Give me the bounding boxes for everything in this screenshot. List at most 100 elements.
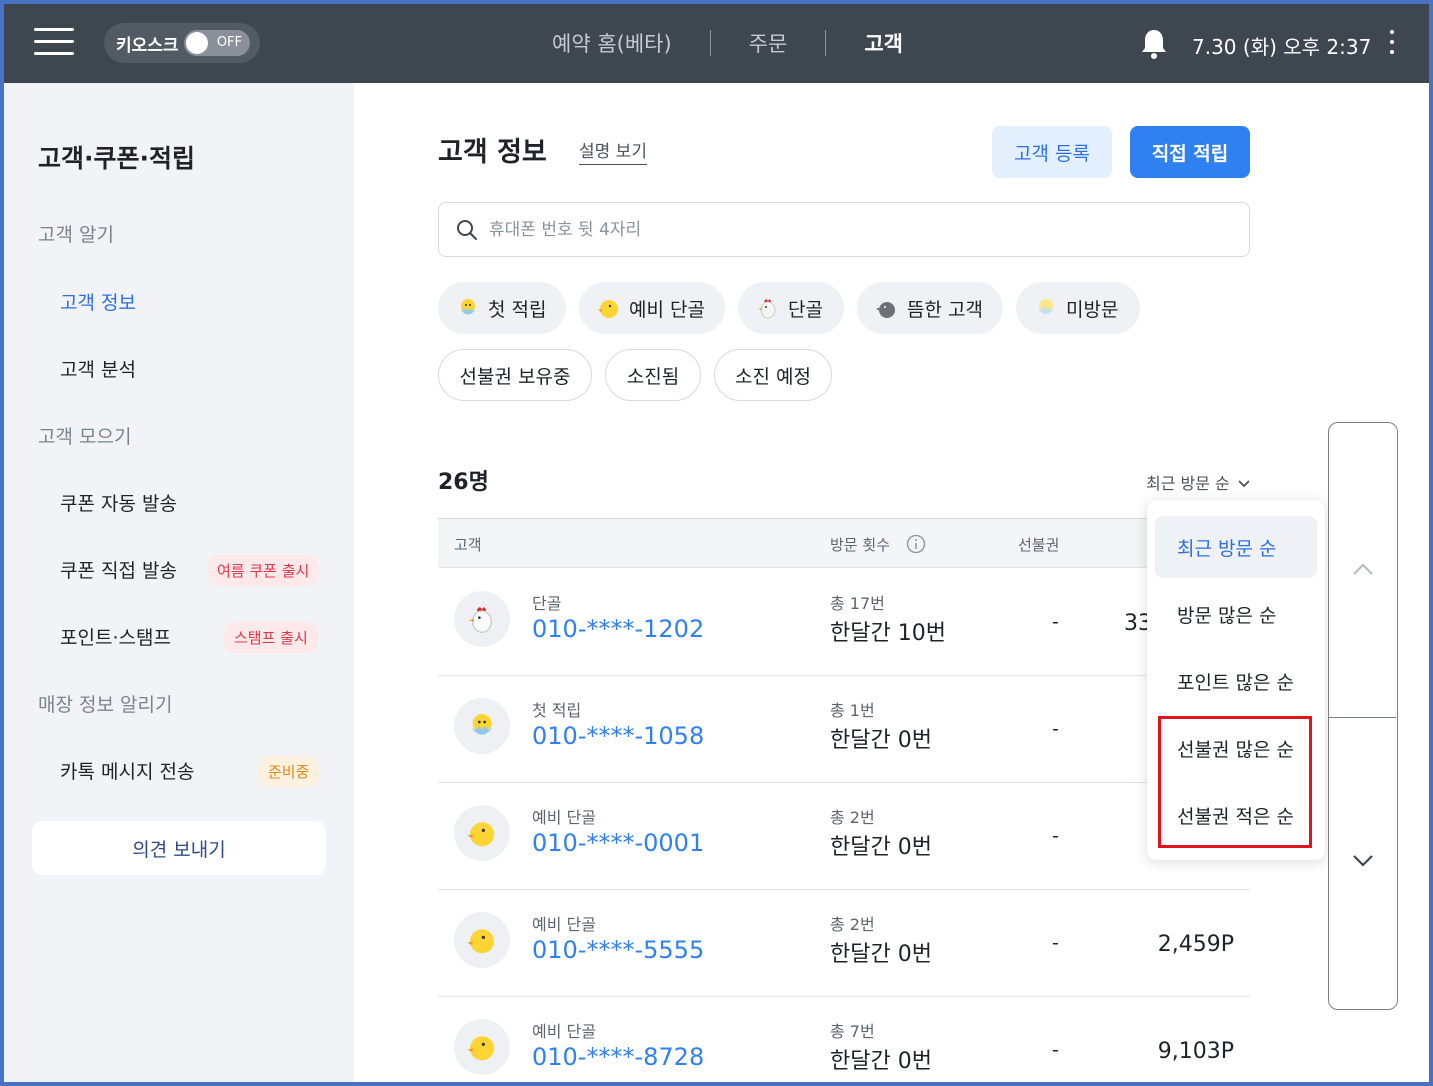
sidebar-item-coupon-auto[interactable]: 쿠폰 자동 발송 — [60, 489, 177, 516]
column-visits: 방문 횟수 — [830, 536, 890, 554]
table-row[interactable]: 예비 단골 010-****-5555 총 2번 한달간 0번 - 2,459P — [438, 890, 1250, 997]
customer-phone[interactable]: 010-****-1202 — [532, 615, 704, 643]
points-value: 9,103P — [1157, 1039, 1234, 1064]
customer-phone[interactable]: 010-****-5555 — [532, 936, 704, 964]
app-frame: 키오스크 OFF 예약 홈(베타) 주문 고객 7.30 (화) 오후 2:37… — [0, 0, 1433, 1086]
datetime: 7.30 (화) 오후 2:37 — [1192, 35, 1372, 59]
rooster-icon — [758, 299, 776, 319]
nav-reservation-home[interactable]: 예약 홈(베타) — [514, 28, 710, 58]
chip-label: 첫 적립 — [488, 298, 547, 321]
sidebar-item-customer-analysis[interactable]: 고객 분석 — [60, 355, 136, 382]
chick-icon — [598, 300, 618, 318]
gray-bird-icon — [876, 302, 895, 318]
table-row[interactable]: 예비 단골 010-****-8728 총 7번 한달간 0번 - 9,103P — [438, 997, 1250, 1082]
switch-knob — [186, 32, 208, 54]
sidebar-section-notify: 매장 정보 알리기 — [38, 694, 173, 716]
sort-option-recent-visit[interactable]: 최근 방문 순 — [1155, 516, 1317, 578]
top-nav: 예약 홈(베타) 주문 고객 — [514, 28, 941, 58]
sidebar-item-points-stamps[interactable]: 포인트·스탬프 — [60, 623, 171, 650]
chip-label: 미방문 — [1066, 298, 1119, 321]
chip-regular[interactable]: 단골 — [738, 282, 844, 334]
prepaid-value: - — [1052, 932, 1059, 954]
customer-grade: 예비 단골 — [532, 1022, 596, 1041]
visits-month: 한달간 0번 — [830, 942, 932, 967]
kiosk-toggle-group[interactable]: 키오스크 OFF — [104, 23, 260, 63]
menu-icon[interactable] — [34, 28, 74, 58]
chick-icon — [467, 822, 494, 847]
customer-phone[interactable]: 010-****-8728 — [532, 1043, 704, 1071]
chip-not-visited[interactable]: 미방문 — [1016, 282, 1140, 334]
chick-icon — [467, 1036, 494, 1061]
visits-total: 총 17번 — [830, 594, 885, 613]
visits-month: 한달간 0번 — [830, 1049, 932, 1074]
badge-stamp: 스탬프 출시 — [224, 622, 318, 653]
table-row[interactable]: 예비 단골 010-****-0001 총 2번 한달간 0번 - — [438, 783, 1250, 890]
customer-phone[interactable]: 010-****-0001 — [532, 829, 704, 857]
column-prepaid: 선불권 — [1018, 536, 1060, 554]
column-customer: 고객 — [454, 536, 482, 554]
rooster-icon — [468, 607, 492, 633]
prepaid-value: - — [1052, 718, 1059, 740]
top-bar: 키오스크 OFF 예약 홈(베타) 주문 고객 7.30 (화) 오후 2:37 — [4, 4, 1429, 83]
kiosk-switch[interactable]: OFF — [184, 30, 250, 56]
chevron-down-icon — [1238, 480, 1250, 488]
sidebar-item-coupon-direct[interactable]: 쿠폰 직접 발송 — [60, 556, 177, 583]
customer-grade: 첫 적립 — [532, 701, 582, 720]
chevron-down-icon[interactable] — [1351, 853, 1375, 869]
visits-month: 한달간 0번 — [830, 728, 932, 753]
customer-grade: 단골 — [532, 594, 562, 613]
scroll-panel — [1328, 422, 1398, 1010]
help-link[interactable]: 설명 보기 — [579, 137, 647, 165]
register-customer-button[interactable]: 고객 등록 — [992, 126, 1112, 178]
sort-option-most-visits[interactable]: 방문 많은 순 — [1155, 583, 1317, 645]
prepaid-value: - — [1052, 611, 1059, 633]
sidebar-item-kakao[interactable]: 카톡 메시지 전송 — [60, 757, 194, 784]
chip-prepaid-holding[interactable]: 선불권 보유중 — [438, 349, 592, 401]
visits-month: 한달간 10번 — [830, 621, 946, 646]
kiosk-label: 키오스크 — [116, 35, 179, 56]
badge-summer-coupon: 여름 쿠폰 출시 — [207, 555, 320, 586]
sidebar: 고객·쿠폰·적립 고객 알기 고객 정보 고객 분석 고객 모으기 쿠폰 자동 … — [4, 83, 354, 1082]
egg-icon — [1038, 299, 1054, 314]
search-box — [438, 202, 1250, 257]
chip-prospective-regular[interactable]: 예비 단골 — [579, 282, 725, 334]
info-icon[interactable] — [906, 534, 926, 554]
kiosk-state: OFF — [216, 35, 242, 50]
sort-label: 최근 방문 순 — [1146, 474, 1230, 493]
avatar — [454, 698, 510, 754]
more-icon[interactable] — [1386, 30, 1398, 58]
visits-total: 총 7번 — [830, 1022, 875, 1041]
sort-dropdown-button[interactable]: 최근 방문 순 — [1146, 470, 1251, 494]
customer-count: 26명 — [438, 470, 489, 495]
customer-phone[interactable]: 010-****-1058 — [532, 722, 704, 750]
chip-exhausted[interactable]: 소진됨 — [605, 349, 701, 401]
sidebar-item-customer-info[interactable]: 고객 정보 — [60, 288, 136, 315]
sidebar-section-gather: 고객 모으기 — [38, 426, 132, 448]
chick-egg-icon — [471, 714, 493, 735]
chevron-up-icon[interactable] — [1351, 561, 1375, 577]
direct-earn-button[interactable]: 직접 적립 — [1130, 126, 1250, 178]
customer-grade: 예비 단골 — [532, 808, 596, 827]
chip-expiring-soon[interactable]: 소진 예정 — [714, 349, 832, 401]
visits-month: 한달간 0번 — [830, 835, 932, 860]
chip-lapsed-customer[interactable]: 뜸한 고객 — [857, 282, 1003, 334]
feedback-button[interactable]: 의견 보내기 — [32, 821, 326, 875]
table-header: 고객 방문 횟수 선불권 — [438, 518, 1250, 568]
nav-order[interactable]: 주문 — [711, 28, 826, 58]
chip-first-earn[interactable]: 첫 적립 — [438, 282, 566, 334]
table-row[interactable]: 첫 적립 010-****-1058 총 1번 한달간 0번 - — [438, 676, 1250, 783]
search-input[interactable] — [489, 213, 1229, 247]
visits-total: 총 2번 — [830, 915, 875, 934]
avatar — [454, 912, 510, 968]
table-row[interactable]: 단골 010-****-1202 총 17번 한달간 10번 - 33 — [438, 569, 1250, 676]
bell-icon[interactable] — [1140, 28, 1168, 60]
customer-grade: 예비 단골 — [532, 915, 596, 934]
visits-total: 총 2번 — [830, 808, 875, 827]
sidebar-section-know: 고객 알기 — [38, 224, 114, 246]
sort-option-most-points[interactable]: 포인트 많은 순 — [1155, 650, 1317, 712]
sidebar-title: 고객·쿠폰·적립 — [38, 144, 195, 173]
prepaid-value: - — [1052, 1039, 1059, 1061]
chick-icon — [467, 929, 494, 954]
nav-customer[interactable]: 고객 — [826, 28, 941, 58]
badge-preparing: 준비중 — [258, 756, 320, 787]
